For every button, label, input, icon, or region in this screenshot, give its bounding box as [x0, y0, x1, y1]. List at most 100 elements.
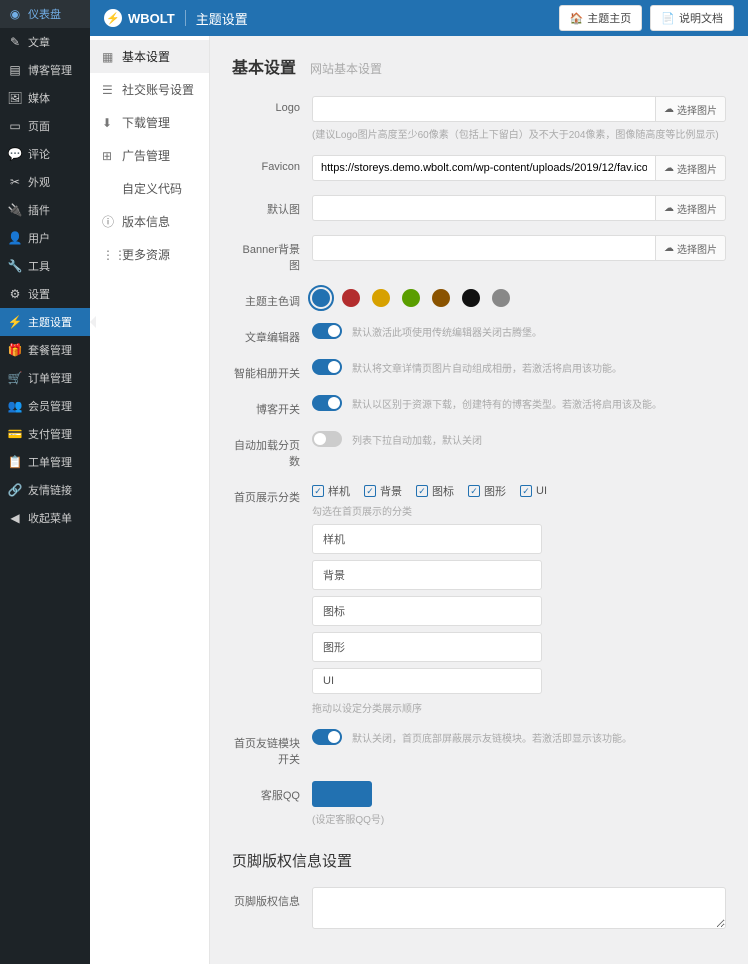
menu-label: 仪表盘: [28, 6, 61, 22]
smart-album-toggle[interactable]: [312, 359, 342, 375]
color-swatch[interactable]: [342, 289, 360, 307]
doc-button[interactable]: 📄说明文档: [650, 5, 734, 31]
color-swatch[interactable]: [402, 289, 420, 307]
home-icon: 🏠: [570, 12, 584, 25]
wp-menu-item[interactable]: 🖼媒体: [0, 84, 90, 112]
menu-label: 主题设置: [28, 314, 72, 330]
menu-icon: ◀: [8, 511, 22, 525]
panel-title: 基本设置: [232, 54, 296, 78]
menu-icon: ⚙: [8, 287, 22, 301]
sub-menu-item[interactable]: ☰社交账号设置: [90, 73, 209, 106]
category-checkbox[interactable]: ✓图标: [416, 483, 454, 499]
order-list-item[interactable]: UI: [312, 668, 542, 694]
wp-menu-item[interactable]: ▭页面: [0, 112, 90, 140]
logo-note: (建议Logo图片高度至少60像素（包括上下留白）及不大于204像素，图像随高度…: [312, 126, 726, 141]
wp-menu-item[interactable]: 🔌插件: [0, 196, 90, 224]
category-checkbox[interactable]: ✓UI: [520, 483, 547, 499]
default-img-pick-button[interactable]: ☁选择图片: [655, 195, 726, 221]
color-swatch[interactable]: [432, 289, 450, 307]
wp-menu-item[interactable]: ✎文章: [0, 28, 90, 56]
sub-menu-item[interactable]: ⬇下载管理: [90, 106, 209, 139]
menu-icon: 🖼: [8, 91, 22, 105]
menu-icon: ▤: [8, 63, 22, 77]
checkbox-label: UI: [536, 485, 547, 497]
category-checkbox[interactable]: ✓样机: [312, 483, 350, 499]
editor-desc: 默认激活此项使用传统编辑器关闭古腾堡。: [352, 324, 542, 339]
wp-menu-item[interactable]: 📋工单管理: [0, 448, 90, 476]
wp-menu-item[interactable]: ◀ 收起菜单: [0, 504, 90, 532]
wp-admin-sidebar: ◉仪表盘✎文章▤博客管理🖼媒体▭页面💬评论✂外观🔌插件👤用户🔧工具⚙设置 ⚡ 主题设…: [0, 0, 90, 964]
smart-album-desc: 默认将文章详情页图片自动组成相册，若激活将启用该功能。: [352, 360, 622, 375]
qq-input[interactable]: [312, 781, 372, 807]
order-list-item[interactable]: 样机: [312, 524, 542, 554]
sub-menu-item[interactable]: ▦ 基本设置: [90, 40, 209, 73]
menu-label: 收起菜单: [28, 510, 72, 526]
wp-menu-item[interactable]: 🔧工具: [0, 252, 90, 280]
favicon-pick-button[interactable]: ☁选择图片: [655, 155, 726, 181]
logo-pick-button[interactable]: ☁选择图片: [655, 96, 726, 122]
auto-load-toggle[interactable]: [312, 431, 342, 447]
wp-menu-item[interactable]: ⚙设置: [0, 280, 90, 308]
favicon-input[interactable]: [312, 155, 655, 181]
editor-label: 文章编辑器: [232, 323, 312, 345]
default-img-input[interactable]: [312, 195, 655, 221]
wp-menu-item[interactable]: 🔗友情链接: [0, 476, 90, 504]
wp-menu-item[interactable]: ✂外观: [0, 168, 90, 196]
sub-menu-item[interactable]: ⋮⋮更多资源: [90, 238, 209, 271]
sub-menu-icon: ⋮⋮: [102, 248, 116, 262]
menu-label: 套餐管理: [28, 342, 72, 358]
wp-menu-item[interactable]: 👥会员管理: [0, 392, 90, 420]
wp-menu-item[interactable]: 💬评论: [0, 140, 90, 168]
divider: [185, 10, 186, 26]
auto-load-desc: 列表下拉自动加载，默认关闭: [352, 432, 482, 447]
checkbox-label: 样机: [328, 483, 350, 499]
friend-link-desc: 默认关闭，首页底部屏蔽展示友链模块。若激活即显示该功能。: [352, 730, 632, 745]
brand: ⚡ WBOLT: [104, 9, 175, 27]
order-list-item[interactable]: 图标: [312, 596, 542, 626]
upload-icon: ☁: [664, 163, 674, 174]
menu-icon: 💳: [8, 427, 22, 441]
sub-menu-icon: ▦: [102, 50, 116, 64]
menu-label: 会员管理: [28, 398, 72, 414]
menu-icon: ⚡: [8, 315, 22, 329]
order-list-item[interactable]: 图形: [312, 632, 542, 662]
settings-sidebar: ▦ 基本设置 ☰社交账号设置⬇下载管理⊞广告管理自定义代码 ⓘ版本信息⋮⋮更多资源: [90, 36, 210, 964]
menu-icon: ▭: [8, 119, 22, 133]
category-checkbox[interactable]: ✓图形: [468, 483, 506, 499]
category-checkbox[interactable]: ✓背景: [364, 483, 402, 499]
wp-menu-item[interactable]: ◉仪表盘: [0, 0, 90, 28]
wp-menu-item[interactable]: 🛒订单管理: [0, 364, 90, 392]
wp-menu-item[interactable]: 💳支付管理: [0, 420, 90, 448]
wp-menu-item[interactable]: ▤博客管理: [0, 56, 90, 84]
page-title: 主题设置: [196, 9, 248, 28]
wp-menu-item[interactable]: ⚡ 主题设置: [0, 308, 90, 336]
wp-menu-item[interactable]: 👤用户: [0, 224, 90, 252]
sub-menu-item[interactable]: ⊞广告管理: [90, 139, 209, 172]
wp-menu-item[interactable]: 🎁套餐管理: [0, 336, 90, 364]
sub-menu-label: 基本设置: [122, 48, 170, 65]
copyright-textarea[interactable]: [312, 887, 726, 929]
sub-menu-label: 自定义代码: [122, 180, 182, 197]
color-swatch[interactable]: [492, 289, 510, 307]
logo-input[interactable]: [312, 96, 655, 122]
sub-menu-item[interactable]: ⓘ版本信息: [90, 205, 209, 238]
color-swatch[interactable]: [462, 289, 480, 307]
category-order-list: 样机背景图标图形 UI: [312, 524, 542, 694]
order-list-item[interactable]: 背景: [312, 560, 542, 590]
theme-home-button[interactable]: 🏠主题主页: [559, 5, 643, 31]
blog-switch-toggle[interactable]: [312, 395, 342, 411]
color-swatch[interactable]: [312, 289, 330, 307]
primary-color-label: 主题主色调: [232, 287, 312, 309]
topbar: ⚡ WBOLT 主题设置 🏠主题主页 📄说明文档: [90, 0, 748, 36]
banner-input[interactable]: [312, 235, 655, 261]
friend-link-toggle[interactable]: [312, 729, 342, 745]
sub-menu-item[interactable]: 自定义代码: [90, 172, 209, 205]
editor-toggle[interactable]: [312, 323, 342, 339]
doc-icon: 📄: [661, 12, 675, 25]
banner-pick-button[interactable]: ☁选择图片: [655, 235, 726, 261]
color-swatch[interactable]: [372, 289, 390, 307]
checkbox-label: 图标: [432, 483, 454, 499]
sub-menu-icon: ⬇: [102, 116, 116, 130]
default-img-label: 默认图: [232, 195, 312, 217]
color-swatches: [312, 287, 726, 307]
